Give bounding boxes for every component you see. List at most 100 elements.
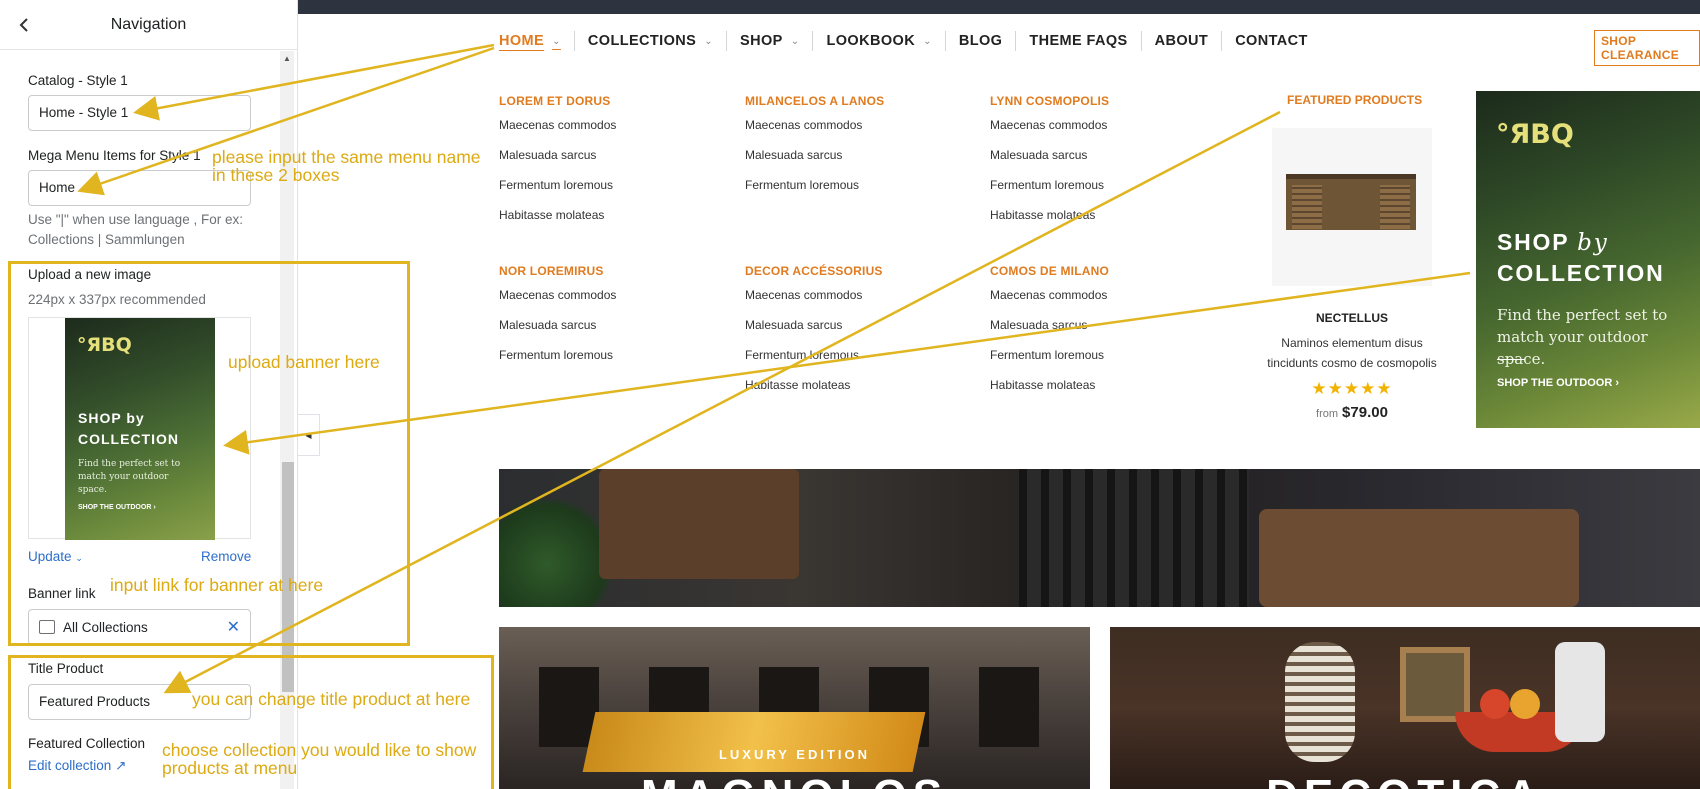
banner-link-label: Banner link (28, 586, 96, 601)
menu-column-heading: LYNN COSMOPOLIS (990, 94, 1110, 108)
card-fruit (1480, 689, 1510, 719)
card-title: DECOTICA (1110, 774, 1700, 789)
menu-column: LOREM ET DORUS Maecenas commodos Malesua… (499, 94, 616, 238)
menu-banner[interactable]: °ЯBQ SHOP by COLLECTION Find the perfect… (1476, 91, 1700, 428)
collection-icon (39, 620, 55, 634)
scroll-up-icon[interactable]: ▲ (283, 54, 291, 63)
annotation-note: input link for banner at here (110, 575, 324, 595)
menu-link[interactable]: Maecenas commodos (745, 288, 883, 318)
menu-column-heading: DECOR ACCÉSSORIUS (745, 264, 883, 278)
nav-item-collections[interactable]: COLLECTIONS ⌄ (575, 31, 727, 51)
edit-collection-label: Edit collection (28, 758, 112, 773)
panel-title: Navigation (110, 15, 187, 33)
thumbnail-heading-line2: COLLECTION (78, 431, 179, 447)
menu-link[interactable]: Maecenas commodos (499, 118, 616, 148)
menu-link[interactable]: Fermentum loremous (499, 178, 616, 208)
shop-clearance-button[interactable]: SHOP CLEARANCE (1594, 30, 1700, 66)
nav-item-shop[interactable]: SHOP ⌄ (727, 31, 814, 51)
back-arrow-icon[interactable] (14, 15, 34, 35)
chevron-down-icon: ⌄ (790, 35, 800, 47)
menu-link[interactable]: Habitasse molateas (990, 378, 1109, 408)
update-label: Update (28, 549, 72, 564)
banner-text: Find the perfect set to match your outdo… (1497, 306, 1668, 368)
menu-column: COMOS DE MILANO Maecenas commodos Malesu… (990, 264, 1109, 408)
thumbnail-text: Find the perfect set to match your outdo… (78, 459, 181, 495)
nav-item-home[interactable]: HOME ⌄ (499, 31, 575, 51)
card-title: MAGNOLOS (499, 774, 1090, 789)
panel-header: Navigation (0, 0, 297, 50)
menu-link[interactable]: Malesuada sarcus (499, 148, 616, 178)
menu-link[interactable]: Habitasse molateas (745, 378, 883, 408)
rating-stars-icon: ★★★★★ (1311, 379, 1393, 398)
product-image[interactable] (1272, 128, 1432, 286)
menu-link[interactable]: Fermentum loremous (745, 178, 884, 208)
nav-item-blog[interactable]: BLOG (946, 31, 1017, 51)
update-image-button[interactable]: Update ⌄ (28, 549, 83, 564)
menu-link[interactable]: Malesuada sarcus (990, 318, 1109, 348)
menu-link[interactable]: Fermentum loremous (745, 348, 883, 378)
nav-label: SHOP (740, 33, 783, 49)
nav-item-lookbook[interactable]: LOOKBOOK ⌄ (813, 31, 946, 51)
annotation-note-line2: in these 2 boxes (212, 165, 340, 185)
hero-chair (1259, 509, 1579, 607)
price-value: $79.00 (1342, 404, 1388, 421)
banner-heading-italic: by (1577, 230, 1609, 256)
nav-label: BLOG (958, 33, 1003, 49)
nav-item-contact[interactable]: CONTACT (1222, 31, 1321, 51)
nav-label: COLLECTIONS (587, 33, 697, 49)
card-edition-label: LUXURY EDITION (718, 747, 871, 762)
brand-logo: °ЯBQ (77, 334, 132, 356)
featured-collection-label: Featured Collection (28, 736, 146, 751)
thumbnail-heading: SHOP by COLLECTION (78, 408, 179, 450)
product-price: from $79.00 (1272, 404, 1432, 421)
banner-thumbnail: °ЯBQ SHOP by COLLECTION Find the perfect… (65, 318, 215, 540)
banner-image-preview[interactable]: °ЯBQ SHOP by COLLECTION Find the perfect… (28, 317, 251, 540)
collapse-panel-icon[interactable]: ◀ (298, 414, 320, 456)
menu-column: LYNN COSMOPOLIS Maecenas commodos Malesu… (990, 94, 1109, 238)
product-name[interactable]: NECTELLUS (1272, 311, 1432, 325)
menu-link[interactable]: Maecenas commodos (745, 118, 884, 148)
annotation-note-line1: please input the same menu name (212, 147, 481, 167)
menu-link[interactable]: Malesuada sarcus (745, 148, 884, 178)
menu-link[interactable]: Maecenas commodos (499, 288, 616, 318)
collection-card-decotica[interactable]: DECOTICA (1110, 627, 1700, 789)
menu-link[interactable]: Maecenas commodos (990, 118, 1109, 148)
menu-link[interactable]: Fermentum loremous (990, 178, 1109, 208)
banner-link-input[interactable]: All Collections ✕ (28, 609, 251, 645)
menu-link[interactable]: Habitasse molateas (499, 208, 616, 238)
banner-heading-line1: SHOP (1497, 229, 1569, 255)
clear-icon[interactable]: ✕ (227, 617, 240, 637)
title-product-label: Title Product (28, 661, 104, 676)
catalog-input[interactable]: Home - Style 1 (28, 95, 251, 131)
remove-image-button[interactable]: Remove (201, 549, 251, 564)
menu-link[interactable]: Maecenas commodos (990, 288, 1109, 318)
menu-link[interactable]: Habitasse molateas (990, 208, 1109, 238)
nav-item-theme-faqs[interactable]: THEME FAQS (1016, 31, 1142, 51)
nav-label: HOME (499, 33, 545, 49)
menu-link[interactable]: Malesuada sarcus (499, 318, 616, 348)
chevron-down-icon: ⌄ (552, 35, 561, 47)
nav-label: ABOUT (1154, 33, 1209, 49)
menu-link[interactable]: Malesuada sarcus (745, 318, 883, 348)
banner-cta[interactable]: SHOP THE OUTDOOR › (1497, 377, 1619, 389)
mega-menu-label: Mega Menu Items for Style 1 (28, 148, 201, 163)
card-fruit (1510, 689, 1540, 719)
menu-link[interactable]: Fermentum loremous (990, 348, 1109, 378)
card-vase (1285, 642, 1355, 762)
annotation-note: upload banner here (228, 352, 380, 372)
banner-link-value: All Collections (63, 619, 148, 635)
nav-label: LOOKBOOK (826, 33, 916, 49)
hero-chair (599, 469, 799, 579)
edit-collection-link[interactable]: Edit collection ↗ (28, 758, 126, 774)
menu-link[interactable]: Fermentum loremous (499, 348, 616, 378)
hero-image (499, 469, 1700, 607)
external-link-icon: ↗ (115, 758, 127, 773)
mega-menu-help: Use "|" when use language , For ex: Coll… (28, 212, 243, 247)
collection-card-magnolos[interactable]: LUXURY EDITION MAGNOLOS (499, 627, 1090, 789)
nav-item-about[interactable]: ABOUT (1142, 31, 1223, 51)
menu-link[interactable]: Malesuada sarcus (990, 148, 1109, 178)
annotation-note-line2: products at menu (162, 758, 298, 778)
annotation-note: choose collection you would like to show… (162, 741, 476, 777)
brand-logo: °ЯBQ (1496, 119, 1574, 150)
menu-column-heading: MILANCELOS A LANOS (745, 94, 885, 108)
